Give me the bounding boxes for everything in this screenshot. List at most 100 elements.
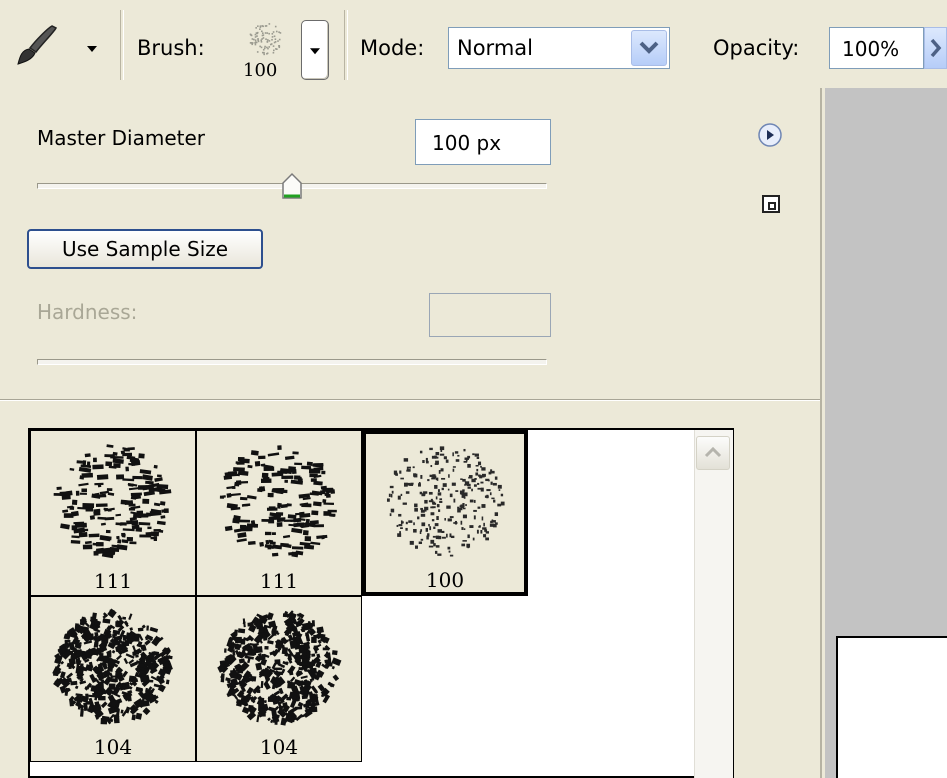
use-sample-size-button[interactable]: Use Sample Size bbox=[27, 229, 263, 269]
brush-tip-speck bbox=[313, 480, 323, 486]
brush-tip-speck bbox=[272, 51, 275, 54]
brush-preset-cell[interactable]: 111 bbox=[196, 430, 362, 596]
brush-tip-speck bbox=[424, 499, 428, 504]
brush-tip-speck bbox=[435, 451, 440, 456]
brush-tip-speck bbox=[302, 530, 309, 536]
brush-tip-speck bbox=[129, 627, 133, 631]
brush-tip-speck bbox=[93, 511, 101, 516]
brush-tip-speck bbox=[147, 526, 152, 530]
brush-tip-speck bbox=[257, 39, 259, 42]
brush-preset-cell[interactable]: 104 bbox=[30, 596, 196, 762]
brush-tip-speck bbox=[237, 670, 244, 674]
brush-tip-speck bbox=[237, 628, 246, 634]
brush-tip-speck bbox=[74, 523, 87, 528]
brush-tip-speck bbox=[69, 506, 75, 510]
scroll-up-button[interactable] bbox=[696, 436, 730, 470]
brush-tip-speck bbox=[271, 36, 274, 38]
brush-tip-speck bbox=[467, 463, 471, 468]
document-canvas[interactable] bbox=[836, 636, 947, 778]
brush-tip-speck bbox=[490, 481, 493, 485]
opacity-input[interactable]: 100% bbox=[829, 27, 924, 69]
brush-tip-speck bbox=[271, 38, 273, 41]
brush-tip-speck bbox=[255, 41, 258, 44]
brush-tip-speck bbox=[472, 537, 475, 541]
brush-tip-speck bbox=[448, 550, 451, 553]
brush-tip-speck bbox=[259, 28, 261, 30]
brush-tip-speck bbox=[306, 649, 310, 658]
brush-tip-speck bbox=[322, 499, 327, 503]
brush-tip-speck bbox=[476, 456, 480, 459]
brush-tip-speck bbox=[424, 506, 429, 511]
brush-tip-speck bbox=[261, 30, 263, 33]
brush-tip-speck bbox=[230, 670, 238, 679]
brush-tip-speck bbox=[418, 541, 423, 545]
brush-tip-speck bbox=[426, 535, 429, 540]
brush-tip-speck bbox=[132, 475, 143, 480]
brush-tip-speck bbox=[327, 652, 332, 661]
brush-tip-speck bbox=[301, 503, 312, 508]
mode-dropdown-arrow[interactable] bbox=[631, 30, 667, 66]
brush-preset-cell-selected[interactable]: 100 bbox=[362, 430, 528, 596]
brush-tip-speck bbox=[240, 496, 248, 501]
brush-tip-speck bbox=[153, 502, 161, 507]
brush-tip-speck bbox=[397, 533, 402, 537]
brush-tip-speck bbox=[458, 507, 463, 511]
brush-tip-speck bbox=[428, 523, 430, 527]
brush-tip-icon bbox=[53, 444, 172, 559]
brush-tip-speck bbox=[271, 472, 284, 477]
brush-tip-speck bbox=[221, 495, 226, 499]
brush-tip-speck bbox=[446, 533, 448, 538]
brush-tip-speck bbox=[109, 547, 120, 553]
brush-tip-speck bbox=[239, 524, 247, 529]
brush-tip-speck bbox=[430, 539, 435, 544]
new-preset-button[interactable] bbox=[760, 193, 782, 215]
brush-tip-speck bbox=[219, 660, 226, 668]
brush-tip-speck bbox=[403, 458, 409, 462]
brush-tip-speck bbox=[295, 512, 300, 516]
brush-preview[interactable]: 100 bbox=[237, 16, 289, 84]
slider-thumb-icon[interactable] bbox=[281, 172, 303, 200]
brush-tip-speck bbox=[251, 38, 254, 40]
brush-tip-speck bbox=[306, 461, 313, 467]
brush-list-scrollbar[interactable] bbox=[694, 430, 733, 778]
brush-tip-speck bbox=[399, 470, 402, 474]
mode-select[interactable]: Normal bbox=[448, 27, 670, 69]
brush-tip-speck bbox=[467, 534, 470, 539]
brush-tip-speck bbox=[85, 507, 94, 512]
panel-menu-button[interactable] bbox=[757, 122, 783, 148]
brush-tip-speck bbox=[260, 41, 263, 43]
brush-tip-speck bbox=[435, 496, 438, 500]
brush-tip-speck bbox=[476, 529, 479, 534]
brush-tip-speck bbox=[154, 477, 163, 482]
brush-tip-speck bbox=[82, 544, 93, 550]
brush-picker-dropdown-button[interactable] bbox=[301, 20, 329, 80]
brush-tip-speck bbox=[321, 470, 326, 475]
brush-tip-speck bbox=[447, 518, 452, 522]
brush-tip-speck bbox=[271, 33, 274, 35]
master-diameter-input[interactable]: 100 px bbox=[415, 119, 551, 165]
brush-tip-speck bbox=[257, 25, 259, 27]
brush-tip-speck bbox=[390, 508, 395, 513]
brush-preset-cell[interactable]: 111 bbox=[30, 430, 196, 596]
brush-tip-speck bbox=[289, 640, 298, 649]
brush-tip-speck bbox=[79, 475, 85, 480]
toolbar-separator bbox=[120, 10, 124, 80]
brush-tip-speck bbox=[449, 493, 453, 498]
brush-tip-speck bbox=[278, 31, 280, 34]
brush-tip-speck bbox=[258, 626, 265, 633]
brush-tip-speck bbox=[467, 455, 471, 459]
brush-tip-speck bbox=[153, 536, 157, 542]
brush-tip-speck bbox=[450, 535, 455, 539]
brush-preset-cell[interactable]: 104 bbox=[196, 596, 362, 762]
brush-tip-speck bbox=[278, 46, 281, 49]
brush-label: Brush: bbox=[137, 36, 205, 60]
brush-tip-speck bbox=[432, 474, 436, 478]
brush-tip-speck bbox=[254, 36, 257, 38]
brush-tip-speck bbox=[83, 528, 89, 532]
brush-tip-speck bbox=[88, 533, 100, 538]
opacity-slider-button[interactable] bbox=[924, 27, 947, 69]
brush-tip-speck bbox=[451, 482, 456, 486]
brush-tip-speck bbox=[389, 513, 392, 517]
brush-tool-preset-button[interactable] bbox=[12, 22, 102, 70]
brush-tip-speck bbox=[449, 516, 454, 519]
